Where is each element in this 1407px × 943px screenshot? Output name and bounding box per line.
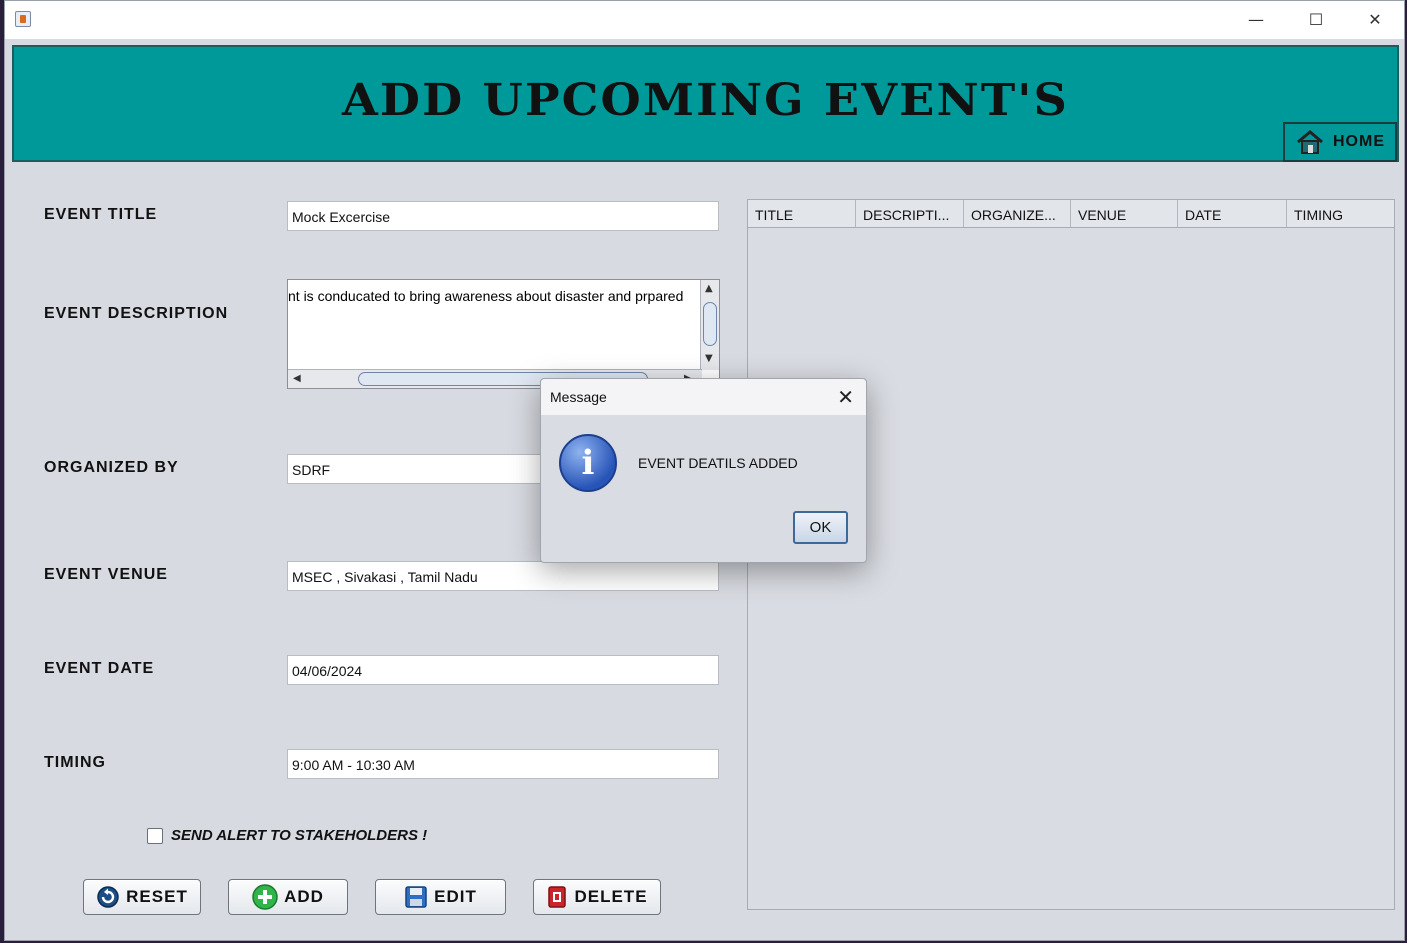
event-description-text: nt is conducated to bring awareness abou… — [288, 288, 684, 304]
header-banner: ADD UPCOMING EVENT'S HOME — [12, 45, 1399, 162]
save-disk-icon — [405, 886, 427, 908]
event-description-textarea[interactable]: nt is conducated to bring awareness abou… — [287, 279, 720, 389]
event-title-input[interactable]: Mock Excercise — [287, 201, 719, 231]
event-title-label: EVENT TITLE — [44, 206, 158, 223]
timing-label: TIMING — [44, 754, 106, 771]
page-title: ADD UPCOMING EVENT'S — [341, 75, 1070, 126]
edit-button-label: EDIT — [434, 887, 477, 906]
message-dialog: Message ✕ i EVENT DEATILS ADDED OK — [540, 378, 867, 563]
send-alert-label: SEND ALERT TO STAKEHOLDERS ! — [171, 827, 428, 844]
java-app-icon — [15, 11, 31, 27]
maximize-button[interactable]: ☐ — [1301, 9, 1331, 31]
event-venue-input[interactable]: MSEC , Sivakasi , Tamil Nadu — [287, 561, 719, 591]
send-alert-option[interactable]: SEND ALERT TO STAKEHOLDERS ! — [147, 827, 427, 844]
dialog-close-button[interactable]: ✕ — [837, 385, 854, 409]
reset-button-label: RESET — [126, 887, 188, 906]
vertical-scrollbar[interactable]: ▲ ▼ — [700, 280, 719, 370]
timing-input[interactable]: 9:00 AM - 10:30 AM — [287, 749, 719, 779]
column-header-title[interactable]: TITLE — [748, 200, 856, 227]
reset-icon — [97, 886, 119, 908]
event-date-label: EVENT DATE — [44, 660, 155, 677]
home-button-label: HOME — [1333, 133, 1385, 150]
column-header-date[interactable]: DATE — [1178, 200, 1287, 227]
scroll-left-icon[interactable]: ◀ — [293, 373, 301, 384]
events-table-header: TITLE DESCRIPTI... ORGANIZE... VENUE DAT… — [748, 200, 1394, 228]
dialog-message: EVENT DEATILS ADDED — [638, 455, 798, 471]
column-header-timing[interactable]: TIMING — [1287, 200, 1394, 227]
add-button[interactable]: ADD — [228, 879, 348, 915]
home-icon — [1297, 130, 1323, 154]
add-button-label: ADD — [284, 887, 324, 906]
reset-button[interactable]: RESET — [83, 879, 201, 915]
edit-button[interactable]: EDIT — [375, 879, 506, 915]
add-icon — [252, 884, 278, 910]
information-icon: i — [559, 434, 617, 492]
delete-icon — [548, 886, 567, 908]
home-button[interactable]: HOME — [1283, 122, 1397, 162]
send-alert-checkbox[interactable] — [147, 827, 163, 844]
scroll-up-icon[interactable]: ▲ — [705, 283, 713, 294]
minimize-button[interactable]: — — [1241, 9, 1271, 31]
vertical-scroll-thumb[interactable] — [703, 302, 717, 346]
dialog-title: Message — [550, 389, 607, 405]
event-venue-label: EVENT VENUE — [44, 566, 168, 583]
ok-button[interactable]: OK — [793, 511, 848, 544]
organized-by-label: ORGANIZED BY — [44, 459, 179, 476]
title-bar: — ☐ ✕ — [5, 1, 1404, 39]
scroll-down-icon[interactable]: ▼ — [705, 353, 713, 364]
dialog-title-bar: Message ✕ — [541, 379, 866, 415]
delete-button-label: DELETE — [574, 887, 648, 906]
column-header-organized[interactable]: ORGANIZE... — [964, 200, 1071, 227]
column-header-venue[interactable]: VENUE — [1071, 200, 1178, 227]
close-button[interactable]: ✕ — [1360, 9, 1390, 31]
event-date-input[interactable]: 04/06/2024 — [287, 655, 719, 685]
delete-button[interactable]: DELETE — [533, 879, 661, 915]
event-description-label: EVENT DESCRIPTION — [44, 305, 229, 322]
column-header-description[interactable]: DESCRIPTI... — [856, 200, 964, 227]
